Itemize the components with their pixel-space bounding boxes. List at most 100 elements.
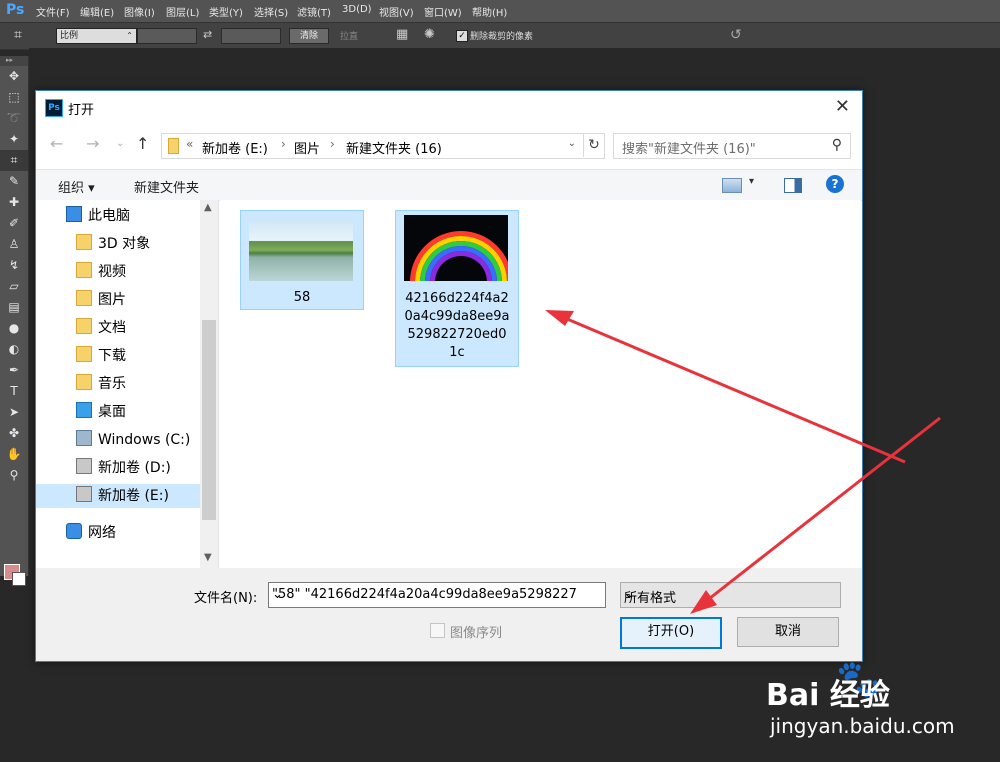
width-field[interactable] [137,28,197,44]
magic-wand-tool-icon[interactable]: ✦ [0,129,28,150]
address-dropdown-icon[interactable]: ⌄ [568,138,576,149]
menu-image[interactable]: 图像(I) [124,4,155,19]
organize-button[interactable]: 组织 ▾ [58,177,95,196]
nav-music[interactable]: 音乐 [76,372,200,396]
recent-locations-icon[interactable]: ⌄ [116,138,124,149]
stamp-tool-icon[interactable]: ♙ [0,234,28,255]
eraser-tool-icon[interactable]: ▱ [0,276,28,297]
shape-tool-icon[interactable]: ✤ [0,423,28,444]
delete-cropped-checkbox[interactable]: ✓ [456,30,468,42]
path-select-tool-icon[interactable]: ➤ [0,402,28,423]
menu-file[interactable]: 文件(F) [36,4,70,19]
chevron-right-icon[interactable]: › [330,137,335,151]
history-brush-tool-icon[interactable]: ↯ [0,255,28,276]
search-icon[interactable]: ⚲ [832,137,842,153]
nav-drive-e[interactable]: 新加卷 (E:) [36,484,200,508]
ratio-select[interactable]: 比例 [56,28,137,44]
straighten-button[interactable]: 拉直 [340,29,358,42]
ps-logo: Ps [6,2,25,18]
new-folder-button[interactable]: 新建文件夹 [134,177,199,196]
up-arrow-icon[interactable]: ↑ [136,134,149,153]
menu-3d[interactable]: 3D(D) [342,4,372,15]
menu-select[interactable]: 选择(S) [254,4,288,19]
breadcrumb-pictures[interactable]: 图片 [294,138,320,157]
view-dropdown-icon[interactable]: ▾ [749,176,754,187]
menu-view[interactable]: 视图(V) [379,4,414,19]
folder-icon [168,138,179,154]
overlay-grid-icon[interactable]: ▦ [396,27,408,42]
breadcrumb-drive-e[interactable]: 新加卷 (E:) [202,138,268,157]
nav-downloads[interactable]: 下载 [76,344,200,368]
file-item-rainbow[interactable]: 42166d224f4a2 0a4c99da8ee9a 529822720ed0… [395,210,519,367]
reset-icon[interactable]: ↺ [730,27,742,43]
nav-scrollbar[interactable]: ▲ ▼ [200,200,218,568]
crop-tool-icon[interactable]: ⌗ [14,27,22,43]
pen-tool-icon[interactable]: ✒ [0,360,28,381]
change-view-icon[interactable] [722,178,742,193]
dialog-titlebar[interactable]: Ps 打开 ✕ [36,91,862,124]
type-tool-icon[interactable]: T [0,381,28,402]
close-icon[interactable]: ✕ [835,96,850,117]
chevron-right-icon[interactable]: › [281,137,286,151]
filename-input[interactable]: "58" "42166d224f4a20a4c99da8ee9a5298227 … [268,582,606,608]
image-sequence-checkbox[interactable] [430,623,445,638]
cancel-button[interactable]: 取消 [737,617,839,647]
address-overflow[interactable]: « [186,137,193,151]
toolbar-collapse-icon[interactable]: ▸▸ [0,56,28,66]
blur-tool-icon[interactable]: ● [0,318,28,339]
ps-menubar: Ps 文件(F) 编辑(E) 图像(I) 图层(L) 类型(Y) 选择(S) 滤… [0,0,1000,22]
address-bar[interactable]: « 新加卷 (E:) › 图片 › 新建文件夹 (16) ⌄ [161,133,605,159]
search-input[interactable]: 搜索"新建文件夹 (16)" ⚲ [613,133,851,159]
refresh-icon[interactable]: ↻ [583,133,604,157]
menu-help[interactable]: 帮助(H) [472,4,507,19]
menu-window[interactable]: 窗口(W) [424,4,462,19]
swap-icon[interactable]: ⇄ [203,28,212,41]
nav-documents[interactable]: 文档 [76,316,200,340]
nav-videos[interactable]: 视频 [76,260,200,284]
file-list[interactable]: 58 42166d224f4a2 0a4c99da8ee9a 529822720… [220,200,861,568]
background-color-swatch[interactable] [12,572,26,586]
open-button[interactable]: 打开(O) [620,617,722,649]
scroll-up-icon[interactable]: ▲ [204,202,212,213]
nav-drive-c[interactable]: Windows (C:) [76,428,200,452]
brush-tool-icon[interactable]: ✐ [0,213,28,234]
menu-filter[interactable]: 滤镜(T) [297,4,331,19]
gear-icon[interactable]: ✺ [424,27,435,42]
nav-desktop[interactable]: 桌面 [76,400,200,424]
chevron-down-icon[interactable]: ⌄ [624,587,835,602]
delete-cropped-label: 删除裁剪的像素 [470,32,534,42]
crop-tool-icon[interactable]: ⌗ [0,150,28,171]
preview-pane-icon[interactable] [784,178,802,193]
help-icon[interactable]: ? [826,175,844,193]
desktop-folder-icon [76,402,92,418]
scroll-down-icon[interactable]: ▼ [204,552,212,563]
nav-drive-d[interactable]: 新加卷 (D:) [76,456,200,480]
eyedropper-tool-icon[interactable]: ✎ [0,171,28,192]
back-arrow-icon[interactable]: ← [50,134,63,153]
nav-this-pc[interactable]: 此电脑 [66,204,200,228]
network-icon [66,523,82,539]
scrollbar-thumb[interactable] [202,320,216,520]
menu-layer[interactable]: 图层(L) [166,4,199,19]
height-field[interactable] [221,28,281,44]
clear-button[interactable]: 清除 [289,28,329,44]
breadcrumb-new-folder[interactable]: 新建文件夹 (16) [346,138,442,157]
nav-pictures[interactable]: 图片 [76,288,200,312]
marquee-tool-icon[interactable]: ⬚ [0,87,28,108]
drive-icon [76,486,92,502]
chevron-down-icon[interactable]: ⌄ [272,587,584,602]
nav-network[interactable]: 网络 [66,521,200,545]
forward-arrow-icon[interactable]: → [86,134,99,153]
move-tool-icon[interactable]: ✥ [0,66,28,87]
dodge-tool-icon[interactable]: ◐ [0,339,28,360]
healing-tool-icon[interactable]: ✚ [0,192,28,213]
lasso-tool-icon[interactable]: ➰ [0,108,28,129]
hand-tool-icon[interactable]: ✋ [0,444,28,465]
file-item-58[interactable]: 58 [240,210,364,310]
gradient-tool-icon[interactable]: ▤ [0,297,28,318]
menu-edit[interactable]: 编辑(E) [80,4,114,19]
zoom-tool-icon[interactable]: ⚲ [0,465,28,486]
filetype-select[interactable]: 所有格式 ⌄ [620,582,841,608]
nav-3d-objects[interactable]: 3D 对象 [76,232,200,256]
menu-type[interactable]: 类型(Y) [209,4,243,19]
